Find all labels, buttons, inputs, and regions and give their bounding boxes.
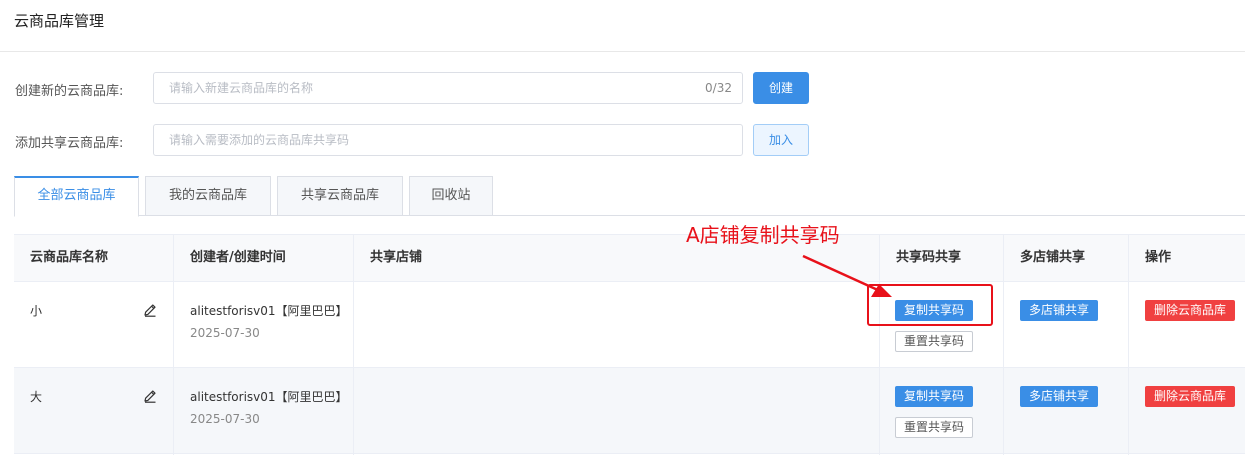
create-date: 2025-07-30 [190, 412, 260, 426]
header-code-share: 共享码共享 [896, 250, 962, 265]
header-name: 云商品库名称 [30, 250, 109, 265]
reset-share-code-button[interactable]: 重置共享码 [895, 331, 973, 352]
create-library-input[interactable] [154, 73, 742, 103]
create-library-input-wrapper: 0/32 [153, 72, 743, 104]
tab-my-libraries[interactable]: 我的云商品库 [145, 176, 271, 216]
char-counter: 0/32 [705, 81, 732, 95]
header-actions: 操作 [1145, 250, 1172, 265]
share-library-label: 添加共享云商品库: [15, 136, 124, 151]
header-creator: 创建者/创建时间 [190, 250, 286, 265]
tab-recycle-bin[interactable]: 回收站 [409, 176, 493, 216]
creator-name: alitestforisv01【阿里巴巴】 [190, 390, 348, 404]
annotation-highlight-box [867, 284, 993, 326]
table-header: 云商品库名称 创建者/创建时间 共享店铺 共享码共享 多店铺共享 操作 [14, 235, 1245, 282]
column-divider [1128, 235, 1129, 455]
multi-shop-share-button[interactable]: 多店铺共享 [1020, 386, 1098, 407]
create-library-label: 创建新的云商品库: [15, 84, 124, 99]
reset-share-code-button[interactable]: 重置共享码 [895, 417, 973, 438]
library-tabs: 全部云商品库 我的云商品库 共享云商品库 回收站 [14, 176, 1245, 217]
library-name: 大 [30, 390, 43, 404]
create-date: 2025-07-30 [190, 326, 260, 340]
share-code-input[interactable] [154, 125, 742, 155]
multi-shop-share-button[interactable]: 多店铺共享 [1020, 300, 1098, 321]
table-row: 大 alitestforisv01【阿里巴巴】 2025-07-30 复制共享码… [14, 368, 1245, 454]
delete-library-button[interactable]: 删除云商品库 [1145, 300, 1235, 321]
table-row: 小 alitestforisv01【阿里巴巴】 2025-07-30 复制共享码… [14, 282, 1245, 368]
delete-library-button[interactable]: 删除云商品库 [1145, 386, 1235, 407]
column-divider [879, 235, 880, 455]
header-multi-shop-share: 多店铺共享 [1020, 250, 1086, 265]
library-table: 云商品库名称 创建者/创建时间 共享店铺 共享码共享 多店铺共享 操作 小 al… [14, 234, 1245, 455]
pencil-icon[interactable] [142, 388, 158, 404]
copy-share-code-button[interactable]: 复制共享码 [895, 386, 973, 407]
tab-shared-libraries[interactable]: 共享云商品库 [277, 176, 403, 216]
library-name: 小 [30, 304, 43, 318]
creator-name: alitestforisv01【阿里巴巴】 [190, 304, 348, 318]
header-shared-shops: 共享店铺 [370, 250, 423, 265]
share-code-input-wrapper [153, 124, 743, 156]
create-button[interactable]: 创建 [753, 72, 809, 104]
join-button[interactable]: 加入 [753, 124, 809, 156]
column-divider [173, 235, 174, 455]
tab-all-libraries[interactable]: 全部云商品库 [14, 176, 139, 217]
annotation-label: A店铺复制共享码 [686, 223, 840, 247]
page-title: 云商品库管理 [14, 12, 105, 30]
pencil-icon[interactable] [142, 302, 158, 318]
column-divider [353, 235, 354, 455]
column-divider [1003, 235, 1004, 455]
page-header: 云商品库管理 [0, 0, 1245, 52]
